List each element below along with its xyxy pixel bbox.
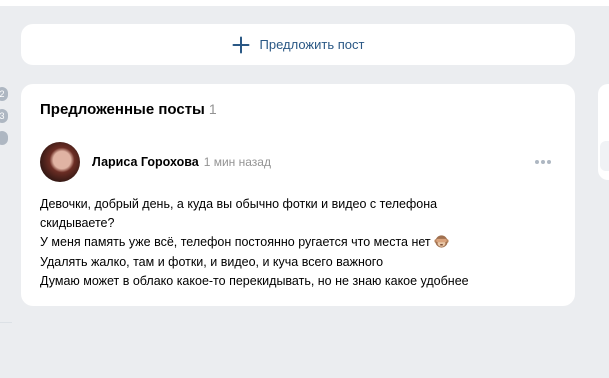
counter-badge[interactable] xyxy=(0,131,8,145)
post-text-line: Девочки, добрый день, а куда вы обычно ф… xyxy=(40,197,438,211)
see-no-evil-monkey-icon xyxy=(433,235,449,248)
avatar[interactable] xyxy=(40,142,80,182)
more-options-icon[interactable] xyxy=(534,159,552,165)
post-author-row: Лариса Горохова 1 мин назад xyxy=(40,142,556,182)
left-counter-badges: 2 3 xyxy=(0,87,8,153)
counter-badge[interactable]: 2 xyxy=(0,87,8,101)
post-text-line-content: У меня память уже всё, телефон постоянно… xyxy=(40,235,431,250)
right-side-panel-item[interactable] xyxy=(600,141,609,171)
post-text-line: У меня память уже всё, телефон постоянно… xyxy=(40,233,560,252)
author-name[interactable]: Лариса Горохова xyxy=(92,155,199,169)
suggest-post-button[interactable]: Предложить пост xyxy=(232,36,365,54)
top-bar xyxy=(0,0,609,6)
left-divider xyxy=(0,322,12,323)
post-text-line: Удалять жалко, там и фотки, и видео, и к… xyxy=(40,254,384,269)
suggest-post-card: Предложить пост xyxy=(21,24,575,65)
suggested-posts-header: Предложенные посты 1 xyxy=(40,101,217,118)
suggested-posts-count: 1 xyxy=(208,101,217,117)
plus-icon xyxy=(232,36,250,53)
suggested-posts-title: Предложенные посты xyxy=(40,101,205,118)
suggested-posts-card: Предложенные посты 1 Лариса Горохова 1 ми… xyxy=(21,84,575,306)
post-time[interactable]: 1 мин назад xyxy=(204,155,271,169)
post-text-line: скидываете? xyxy=(40,216,115,231)
post-text-line: Думаю может в облако какое-то перекидыва… xyxy=(40,273,469,288)
counter-badge[interactable]: 3 xyxy=(0,109,8,123)
suggest-post-label: Предложить пост xyxy=(259,37,365,52)
post-text: Девочки, добрый день, а куда вы обычно ф… xyxy=(40,195,560,291)
